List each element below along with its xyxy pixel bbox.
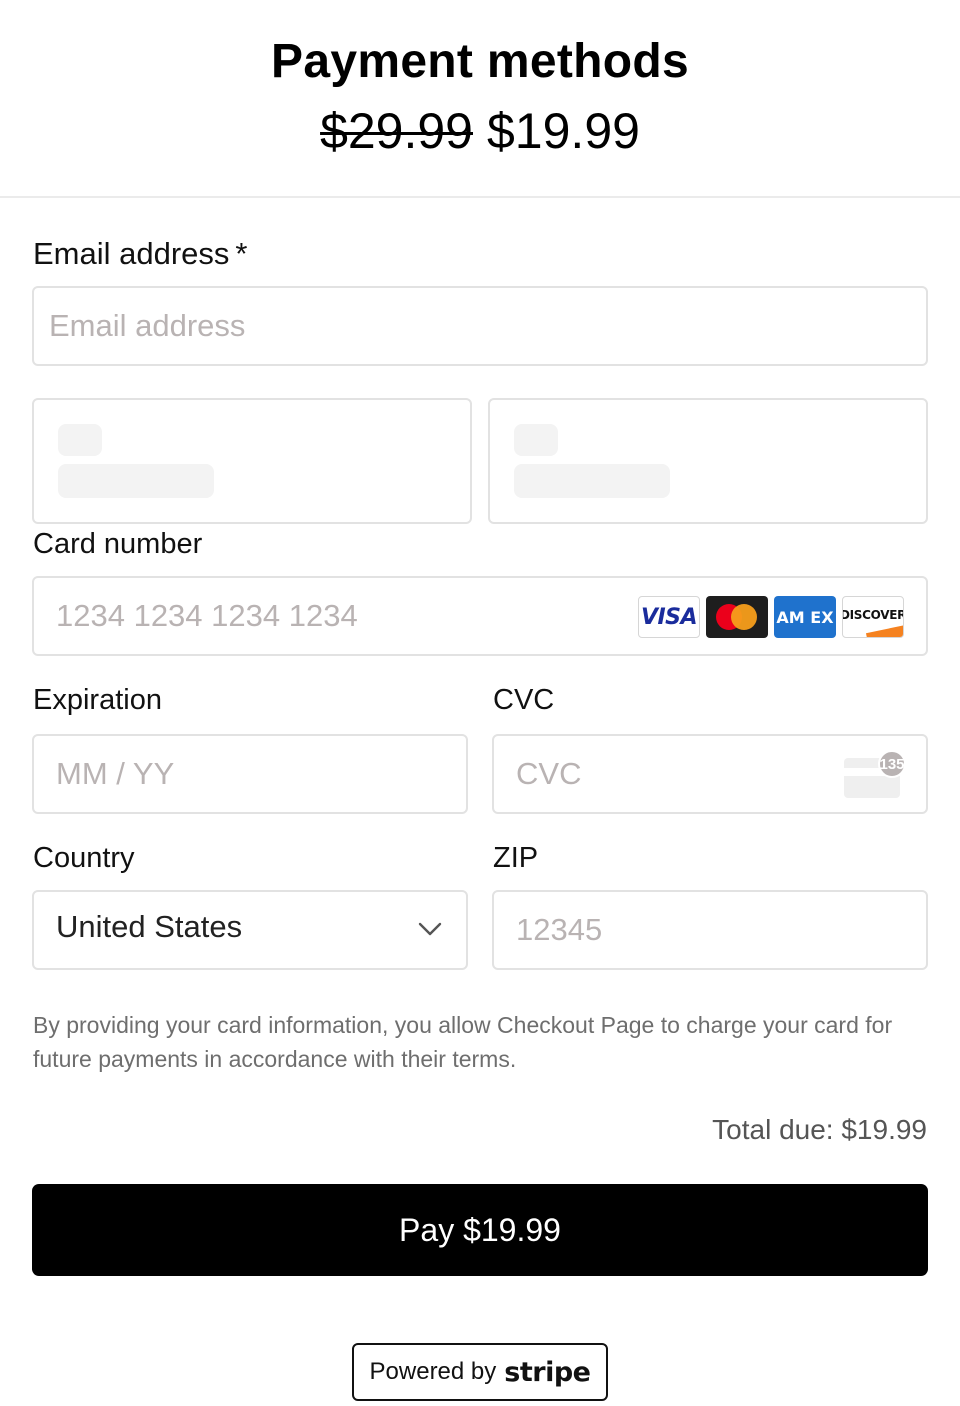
skeleton-bar (514, 424, 558, 456)
skeleton-bar (58, 424, 102, 456)
cvc-input[interactable] (494, 736, 834, 812)
email-label: Email address * (33, 236, 248, 272)
page-title: Payment methods (271, 35, 689, 88)
loading-placeholder-right (488, 398, 928, 524)
cvc-field: 135 (492, 734, 928, 814)
visa-wordmark: VISA (640, 604, 698, 630)
amex-icon: AM EX (774, 596, 836, 638)
card-number-label: Card number (33, 528, 203, 560)
chevron-down-icon (418, 922, 442, 936)
original-price: $29.99 (320, 103, 473, 159)
expiration-input[interactable] (34, 736, 466, 812)
expiration-field (32, 734, 468, 814)
total-due: Total due: $19.99 (712, 1114, 927, 1145)
cvc-label: CVC (493, 684, 555, 716)
email-field-box (32, 286, 928, 366)
email-input[interactable] (34, 288, 926, 364)
cvc-badge: 135 (878, 750, 906, 778)
zip-field (492, 890, 928, 970)
skeleton-bar (514, 464, 670, 498)
discover-icon: DISCOVER (842, 596, 904, 638)
discover-swoosh (865, 624, 903, 637)
powered-by-stripe-badge[interactable]: Powered by stripe (352, 1343, 608, 1401)
country-select[interactable]: United States (32, 890, 468, 970)
visa-icon: VISA (638, 596, 700, 638)
current-price: $19.99 (487, 103, 640, 159)
zip-label: ZIP (493, 842, 539, 874)
stripe-logo: stripe (504, 1356, 591, 1388)
legal-disclaimer: By providing your card information, you … (33, 1012, 893, 1072)
checkout-header: Payment methods $29.99 $19.99 (0, 0, 960, 198)
zip-input[interactable] (494, 892, 926, 968)
mastercard-orange-circle (731, 604, 757, 630)
card-number-field: VISA AM EX DISCOVER (32, 576, 928, 656)
loading-placeholder-left (32, 398, 472, 524)
mastercard-icon (706, 596, 768, 638)
required-mark: * (235, 236, 248, 271)
amex-wordmark: AM EX (776, 607, 834, 627)
pay-button[interactable]: Pay $19.99 (32, 1184, 928, 1276)
cvc-card-icon: 135 (844, 750, 906, 798)
expiration-label: Expiration (33, 684, 162, 716)
discover-wordmark: DISCOVER (842, 608, 904, 622)
price-display: $29.99 $19.99 (0, 102, 960, 160)
powered-by-text: Powered by (369, 1358, 497, 1385)
country-label: Country (33, 842, 135, 874)
card-number-input[interactable] (34, 578, 624, 654)
email-label-text: Email address (33, 236, 230, 271)
skeleton-bar (58, 464, 214, 498)
country-selected-value: United States (56, 909, 243, 944)
card-brand-icons: VISA AM EX DISCOVER (638, 596, 904, 638)
